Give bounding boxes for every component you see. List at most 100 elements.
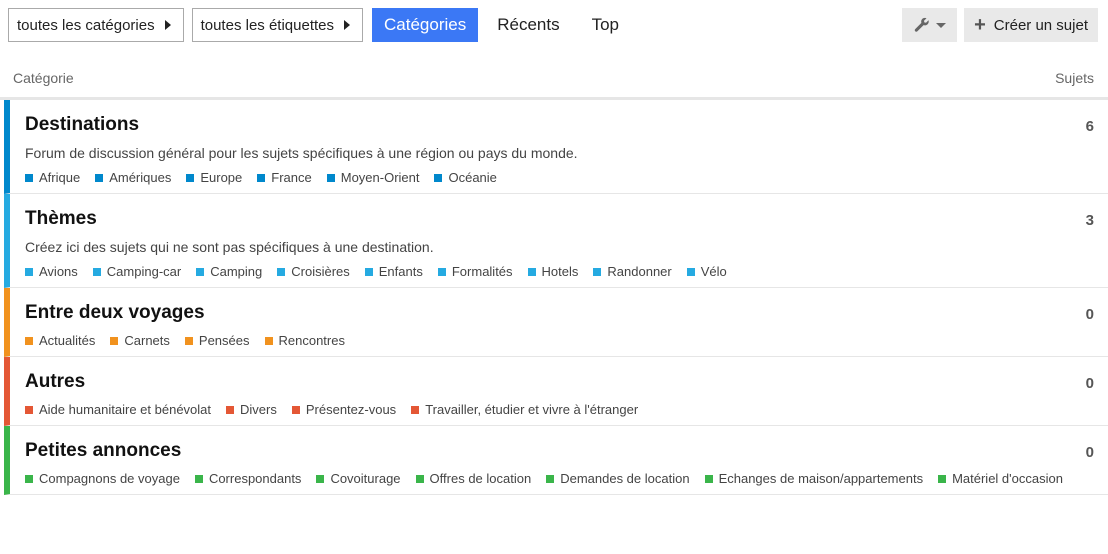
subcategory-link[interactable]: Divers bbox=[226, 402, 277, 417]
color-square-icon bbox=[326, 173, 335, 182]
subcategory-link[interactable]: Covoiturage bbox=[316, 471, 401, 486]
category-description: Forum de discussion général pour les suj… bbox=[25, 145, 578, 161]
color-square-icon bbox=[277, 267, 286, 276]
color-square-icon bbox=[415, 474, 424, 483]
topic-count: 0 bbox=[1085, 375, 1094, 392]
color-square-icon bbox=[527, 267, 536, 276]
tags-dropdown[interactable]: toutes les étiquettes bbox=[191, 8, 363, 42]
subcategory-link[interactable]: Hotels bbox=[527, 264, 579, 279]
subcategory-link[interactable]: Présentez-vous bbox=[291, 402, 397, 417]
subcategory-label: Offres de location bbox=[429, 471, 532, 486]
color-square-icon bbox=[110, 336, 119, 345]
tags-dropdown-label: toutes les étiquettes bbox=[200, 16, 334, 34]
color-square-icon bbox=[25, 474, 33, 483]
subcategory-label: Covoiturage bbox=[330, 471, 401, 486]
subcategory-label: Echanges de maison/appartements bbox=[718, 471, 924, 486]
subcategory-link[interactable]: Camping-car bbox=[92, 264, 182, 279]
subcategory-label: Europe bbox=[200, 170, 243, 185]
table-header: Catégorie Sujets bbox=[0, 58, 1108, 100]
subcategory-link[interactable]: Afrique bbox=[25, 170, 80, 185]
category-row: Thèmes Créez ici des sujets qui ne sont p… bbox=[4, 194, 1108, 288]
subcategory-link[interactable]: Compagnons de voyage bbox=[25, 471, 180, 486]
subcategory-link[interactable]: Moyen-Orient bbox=[326, 170, 420, 185]
subcategory-link[interactable]: Echanges de maison/appartements bbox=[704, 471, 924, 486]
subcategory-link[interactable]: Matériel d'occasion bbox=[938, 471, 1063, 486]
subcategory-link[interactable]: Croisières bbox=[277, 264, 350, 279]
subcategory-list: Actualités Carnets Pensées Rencontres bbox=[25, 333, 1094, 356]
color-square-icon bbox=[194, 474, 203, 483]
subcategory-link[interactable]: Vélo bbox=[686, 264, 727, 279]
subcategory-link[interactable]: Avions bbox=[25, 264, 78, 279]
topic-count: 0 bbox=[1085, 444, 1094, 461]
color-square-icon bbox=[25, 405, 33, 414]
topic-count: 3 bbox=[1085, 212, 1094, 229]
subcategory-link[interactable]: Correspondants bbox=[194, 471, 302, 486]
subcategory-label: Rencontres bbox=[278, 333, 345, 348]
category-title[interactable]: Thèmes bbox=[25, 208, 1094, 230]
subcategory-list: Compagnons de voyage Correspondants Covoit… bbox=[25, 471, 1094, 494]
plus-icon: + bbox=[974, 14, 986, 36]
color-square-icon bbox=[546, 474, 555, 483]
subcategory-link[interactable]: Randonner bbox=[593, 264, 672, 279]
subcategory-label: Enfants bbox=[378, 264, 423, 279]
category-title[interactable]: Autres bbox=[25, 371, 1094, 393]
subcategory-label: Afrique bbox=[39, 170, 81, 185]
color-square-icon bbox=[264, 336, 273, 345]
subcategory-link[interactable]: Aide humanitaire et bénévolat bbox=[25, 402, 211, 417]
topic-count: 0 bbox=[1085, 306, 1094, 323]
subcategory-label: Hotels bbox=[541, 264, 579, 279]
subcategory-label: Croisières bbox=[291, 264, 350, 279]
tab-top[interactable]: Top bbox=[580, 8, 631, 42]
column-category: Catégorie bbox=[13, 69, 74, 86]
category-title[interactable]: Petites annonces bbox=[25, 440, 1094, 462]
subcategory-link[interactable]: Amériques bbox=[95, 170, 171, 185]
subcategory-link[interactable]: Carnets bbox=[110, 333, 170, 348]
color-square-icon bbox=[437, 267, 446, 276]
category-title[interactable]: Entre deux voyages bbox=[25, 302, 1094, 324]
subcategory-link[interactable]: Pensées bbox=[184, 333, 250, 348]
tab-categories[interactable]: Catégories bbox=[372, 8, 479, 42]
subcategory-link[interactable]: Océanie bbox=[434, 170, 497, 185]
color-square-icon bbox=[257, 173, 266, 182]
color-square-icon bbox=[25, 173, 33, 182]
category-title[interactable]: Destinations bbox=[25, 114, 1094, 136]
color-square-icon bbox=[92, 267, 101, 276]
subcategory-link[interactable]: Formalités bbox=[437, 264, 513, 279]
color-square-icon bbox=[25, 336, 33, 345]
subcategory-list: Avions Camping-car Camping Croisières Enfant… bbox=[25, 264, 1094, 287]
topic-count: 6 bbox=[1085, 118, 1094, 135]
subcategory-link[interactable]: Travailler, étudier et vivre à l'étrange… bbox=[411, 402, 638, 417]
chevron-down-icon bbox=[935, 22, 946, 28]
color-square-icon bbox=[938, 474, 947, 483]
subcategory-label: Actualités bbox=[39, 333, 96, 348]
subcategory-label: Camping-car bbox=[106, 264, 182, 279]
subcategory-label: Compagnons de voyage bbox=[39, 471, 180, 486]
subcategory-label: Vélo bbox=[700, 264, 727, 279]
category-row: Entre deux voyages 0 Actualités Carnets Pens… bbox=[4, 288, 1108, 357]
subcategory-link[interactable]: Europe bbox=[186, 170, 242, 185]
subcategory-link[interactable]: Demandes de location bbox=[546, 471, 690, 486]
subcategory-link[interactable]: Camping bbox=[196, 264, 262, 279]
subcategory-label: Correspondants bbox=[208, 471, 302, 486]
create-topic-label: Créer un sujet bbox=[993, 16, 1088, 34]
subcategory-link[interactable]: France bbox=[257, 170, 312, 185]
category-dropdown[interactable]: toutes les catégories bbox=[8, 8, 184, 42]
subcategory-label: Présentez-vous bbox=[305, 402, 397, 417]
color-square-icon bbox=[196, 267, 205, 276]
category-row: Autres 0 Aide humanitaire et bénévolat Dive… bbox=[4, 357, 1108, 426]
subcategory-label: Matériel d'occasion bbox=[952, 471, 1063, 486]
subcategory-label: Avions bbox=[39, 264, 78, 279]
subcategory-label: Randonner bbox=[607, 264, 672, 279]
subcategory-link[interactable]: Enfants bbox=[364, 264, 423, 279]
subcategory-label: Océanie bbox=[448, 170, 497, 185]
subcategory-label: Demandes de location bbox=[560, 471, 690, 486]
subcategory-link[interactable]: Rencontres bbox=[264, 333, 345, 348]
subcategory-link[interactable]: Actualités bbox=[25, 333, 95, 348]
create-topic-button[interactable]: + Créer un sujet bbox=[964, 8, 1098, 42]
subcategory-label: Moyen-Orient bbox=[340, 170, 420, 185]
tab-recent[interactable]: Récents bbox=[485, 8, 571, 42]
caret-right-icon bbox=[344, 20, 350, 30]
subcategory-link[interactable]: Offres de location bbox=[415, 471, 532, 486]
tools-button[interactable] bbox=[902, 8, 958, 42]
category-description: Créez ici des sujets qui ne sont pas spé… bbox=[25, 239, 434, 255]
